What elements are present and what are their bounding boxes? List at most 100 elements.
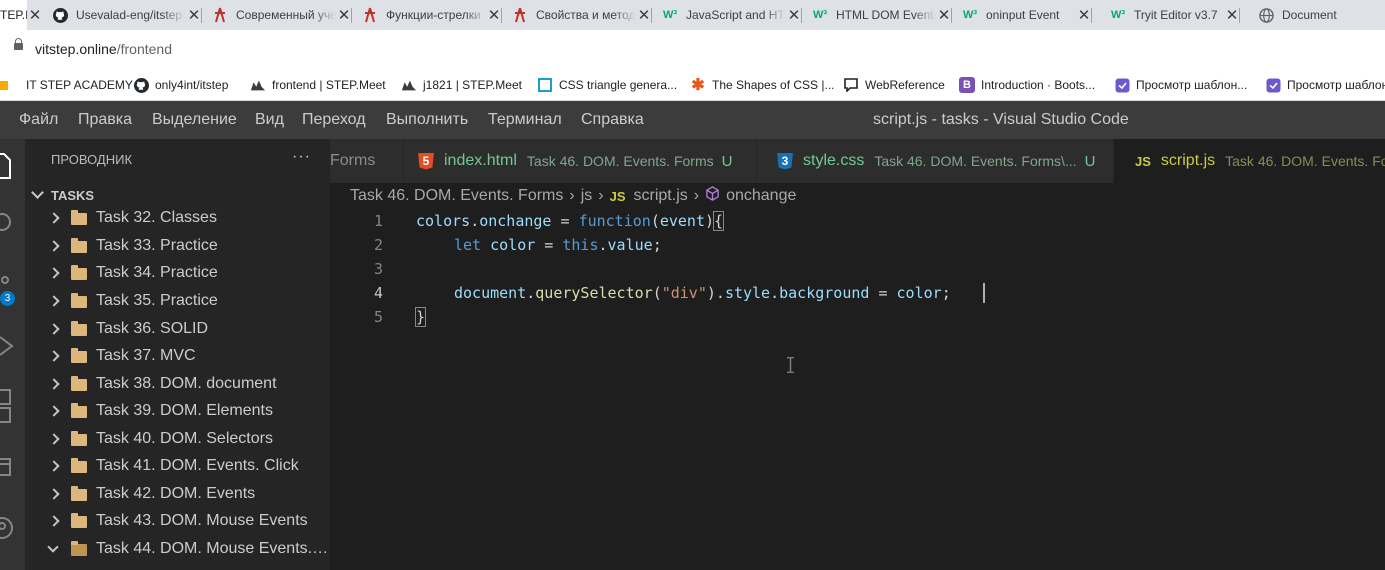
bookmark-item[interactable]: WebReference	[843, 69, 945, 101]
file-tree: Task 32. Classes Task 33. Practice Task …	[25, 207, 330, 570]
tree-item[interactable]: Task 34. Practice	[25, 261, 330, 288]
bookmark-item[interactable]: Просмотр шаблон	[1265, 69, 1385, 101]
menu-selection[interactable]: Выделение	[152, 101, 237, 139]
breadcrumb-folder[interactable]: Task 46. DOM. Events. Forms	[350, 187, 563, 205]
code-line-current[interactable]: document.querySelector("div").style.back…	[454, 281, 951, 305]
browser-tab-title: Свойства и методы	[536, 8, 636, 22]
tree-item[interactable]: Task 39. DOM. Elements	[25, 399, 330, 426]
editor-tab[interactable]: 3 style.css Task 46. DOM. Events. Forms\…	[757, 139, 1113, 183]
bookmark-item[interactable]: ✱ The Shapes of CSS |...	[690, 69, 834, 101]
browser-tab[interactable]: Функции-стрелки ✕	[362, 0, 502, 30]
chevron-right-icon[interactable]	[48, 405, 60, 417]
close-icon[interactable]: ✕	[186, 6, 202, 24]
menu-edit[interactable]: Правка	[78, 101, 132, 139]
url-text[interactable]: vitstep.online/frontend	[35, 41, 172, 57]
browser-tab[interactable]: Свойства и методы ✕	[512, 0, 652, 30]
breadcrumb-file[interactable]: script.js	[634, 187, 688, 205]
menu-go[interactable]: Переход	[302, 101, 366, 139]
bookmark-item[interactable]: CSS triangle genera...	[537, 69, 677, 101]
chevron-right-icon[interactable]	[48, 433, 60, 445]
tree-item[interactable]: Task 33. Practice	[25, 234, 330, 261]
chevron-right-icon[interactable]	[48, 212, 60, 224]
breadcrumb-symbol[interactable]: onchange	[726, 187, 796, 205]
lock-icon[interactable]	[14, 38, 23, 50]
browser-tab[interactable]: W³ Tryit Editor v3.7 ✕	[1110, 0, 1240, 30]
tree-item[interactable]: Task 36. SOLID	[25, 317, 330, 344]
bookmark-item[interactable]: frontend | STEP.Meet	[250, 69, 386, 101]
tree-item[interactable]: Task 32. Classes	[25, 207, 330, 233]
chevron-right-icon[interactable]	[48, 240, 60, 252]
tree-item[interactable]: Task 43. DOM. Mouse Events	[25, 509, 330, 536]
bookmark-item[interactable]: Просмотр шаблон...	[1114, 69, 1247, 101]
bookmark-item[interactable]: j1821 | STEP.Meet	[401, 69, 522, 101]
more-actions-icon[interactable]: ···	[292, 148, 311, 166]
menu-file[interactable]: Файл	[19, 101, 58, 139]
browser-tab[interactable]: W³ JavaScript and HTML ✕	[662, 0, 802, 30]
code-line[interactable]: }	[414, 305, 427, 329]
run-debug-icon[interactable]	[0, 334, 14, 363]
tree-item[interactable]: Task 42. DOM. Events	[25, 482, 330, 509]
tree-item[interactable]: Task 37. MVC	[25, 344, 330, 371]
tree-item[interactable]: Task 40. DOM. Selectors	[25, 427, 330, 454]
chevron-right-icon[interactable]	[48, 323, 60, 335]
folder-icon	[71, 403, 87, 418]
close-icon[interactable]: ✕	[936, 6, 952, 24]
files-icon[interactable]	[0, 152, 12, 185]
close-icon[interactable]: ✕	[336, 6, 352, 24]
chevron-right-icon[interactable]	[48, 378, 60, 390]
accounts-icon[interactable]	[0, 513, 14, 548]
browser-tab-close[interactable]: ✕	[27, 0, 45, 30]
bootstrap-icon: B	[959, 77, 975, 93]
browser-tab-title: Tryit Editor v3.7	[1134, 8, 1218, 22]
breadcrumb: Task 46. DOM. Events. Forms › js › JS sc…	[350, 184, 796, 208]
address-bar[interactable]	[0, 30, 1385, 69]
tree-item[interactable]: Task 38. DOM. document	[25, 372, 330, 399]
code-line[interactable]: let color = this.value;	[454, 233, 662, 257]
extensions-icon[interactable]	[0, 388, 14, 429]
tree-item-label: Task 40. DOM. Selectors	[96, 430, 273, 447]
breadcrumb-subfolder[interactable]: js	[581, 187, 593, 205]
code-line[interactable]: colors.onchange = function(event){	[416, 209, 725, 233]
browser-tab[interactable]: Современный учебник ✕	[212, 0, 352, 30]
code-token: function	[578, 212, 651, 230]
browser-tab-active[interactable]: TEP.I	[0, 0, 27, 30]
browser-tab[interactable]: W³ oninput Event ✕	[962, 0, 1092, 30]
tree-item[interactable]: Task 44. DOM. Mouse Events. P...	[25, 537, 330, 564]
bookmark-item[interactable]: IT STEP ACADEMY	[0, 69, 133, 101]
close-icon[interactable]: ✕	[636, 6, 652, 24]
chevron-right-icon[interactable]	[48, 515, 60, 527]
chevron-right-icon[interactable]	[48, 460, 60, 472]
editor-tab[interactable]: 5 index.html Task 46. DOM. Events. Forms…	[404, 139, 756, 183]
menu-help[interactable]: Справка	[581, 101, 644, 139]
tree-item[interactable]: Task 41. DOM. Events. Click	[25, 454, 330, 481]
editor-tab-active[interactable]: JS script.js Task 46. DOM. Events. Forms	[1114, 139, 1385, 183]
chevron-right-icon[interactable]	[48, 488, 60, 500]
menu-terminal[interactable]: Терминал	[488, 101, 562, 139]
code-token: =	[551, 212, 579, 230]
bookmark-item[interactable]: B Introduction · Boots...	[959, 69, 1095, 101]
javascript-icon: JS	[609, 188, 626, 204]
close-icon[interactable]: ✕	[786, 6, 802, 24]
close-icon[interactable]: ✕	[486, 6, 502, 24]
browser-tab[interactable]: W³ HTML DOM Events ✕	[812, 0, 952, 30]
close-icon[interactable]: ✕	[27, 6, 43, 24]
chevron-down-icon[interactable]	[47, 541, 59, 553]
css3-icon: 3	[777, 152, 793, 170]
browser-tab[interactable]: Usevalad-eng/itstep ✕	[52, 0, 202, 30]
chevron-right-icon[interactable]	[48, 350, 60, 362]
menu-view[interactable]: Вид	[255, 101, 284, 139]
menu-run[interactable]: Выполнить	[386, 101, 468, 139]
tree-item[interactable]: Task 35. Practice	[25, 289, 330, 316]
code-token: value	[607, 236, 653, 254]
browser-tab[interactable]: Document	[1258, 0, 1385, 30]
bookmark-item[interactable]: only4int/itstep	[133, 69, 228, 101]
chevron-right-icon[interactable]	[48, 295, 60, 307]
close-icon[interactable]: ✕	[1076, 6, 1092, 24]
chevron-right-icon[interactable]	[48, 267, 60, 279]
tree-item-label: Task 42. DOM. Events	[96, 485, 256, 502]
search-icon[interactable]	[0, 211, 14, 240]
editor-tab[interactable]: Forms	[330, 139, 403, 183]
remote-explorer-icon[interactable]	[0, 455, 14, 484]
close-icon[interactable]: ✕	[1224, 6, 1240, 24]
meet-icon	[401, 77, 417, 93]
